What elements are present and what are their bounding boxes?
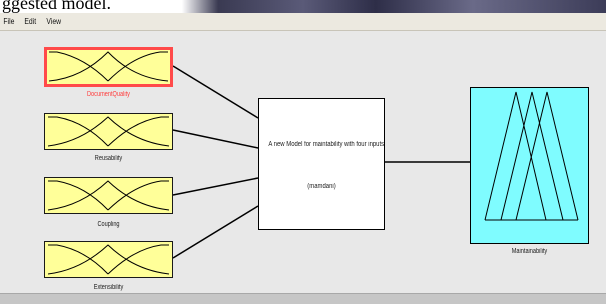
membership-function-icon bbox=[47, 180, 170, 211]
output-membership-function-icon bbox=[484, 91, 579, 221]
status-strip bbox=[0, 293, 606, 304]
membership-function-icon bbox=[47, 116, 170, 147]
input-box-extensibility[interactable] bbox=[44, 241, 173, 278]
link-reusability bbox=[172, 129, 259, 149]
link-extensibility bbox=[172, 205, 259, 259]
input-box-coupling[interactable] bbox=[44, 177, 173, 214]
rule-block-title: A new Model for maintability with four i… bbox=[268, 141, 385, 148]
output-label-maintainability: Maintainability bbox=[511, 248, 548, 255]
input-label-extensibility: Extensibility bbox=[93, 284, 124, 291]
input-label-coupling: Coupling bbox=[97, 221, 120, 228]
membership-function-icon bbox=[47, 244, 170, 275]
rule-block-type: (mamdani) bbox=[307, 183, 336, 190]
output-box-maintainability[interactable] bbox=[470, 87, 589, 244]
membership-function-icon bbox=[48, 51, 169, 82]
input-label-documentquality: DocumentQuality bbox=[87, 91, 130, 98]
input-box-documentquality[interactable] bbox=[44, 47, 173, 87]
rule-block[interactable]: A new Model for maintability with four i… bbox=[258, 98, 385, 230]
input-label-reusability: Reusability bbox=[94, 155, 123, 162]
link-documentquality bbox=[172, 65, 259, 119]
input-box-reusability[interactable] bbox=[44, 113, 173, 150]
link-coupling bbox=[172, 177, 259, 196]
